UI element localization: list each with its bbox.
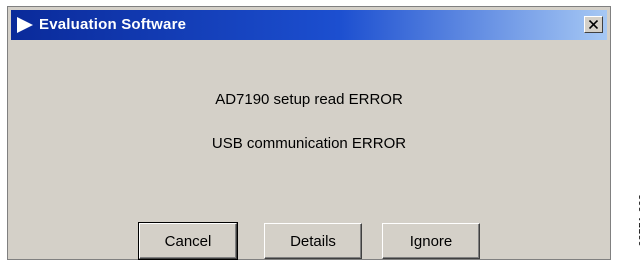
cancel-button[interactable]: Cancel <box>138 222 238 260</box>
close-button[interactable] <box>584 16 603 33</box>
play-triangle-icon <box>17 17 33 33</box>
window-title: Evaluation Software <box>39 16 187 33</box>
error-message-setup: AD7190 setup read ERROR <box>215 91 403 108</box>
error-dialog: Evaluation Software AD7190 setup read ER… <box>7 6 611 260</box>
error-message-usb: USB communication ERROR <box>211 135 407 152</box>
details-button[interactable]: Details <box>264 223 362 259</box>
ignore-button[interactable]: Ignore <box>382 223 480 259</box>
title-bar[interactable]: Evaluation Software <box>11 10 607 40</box>
close-icon <box>589 20 598 29</box>
